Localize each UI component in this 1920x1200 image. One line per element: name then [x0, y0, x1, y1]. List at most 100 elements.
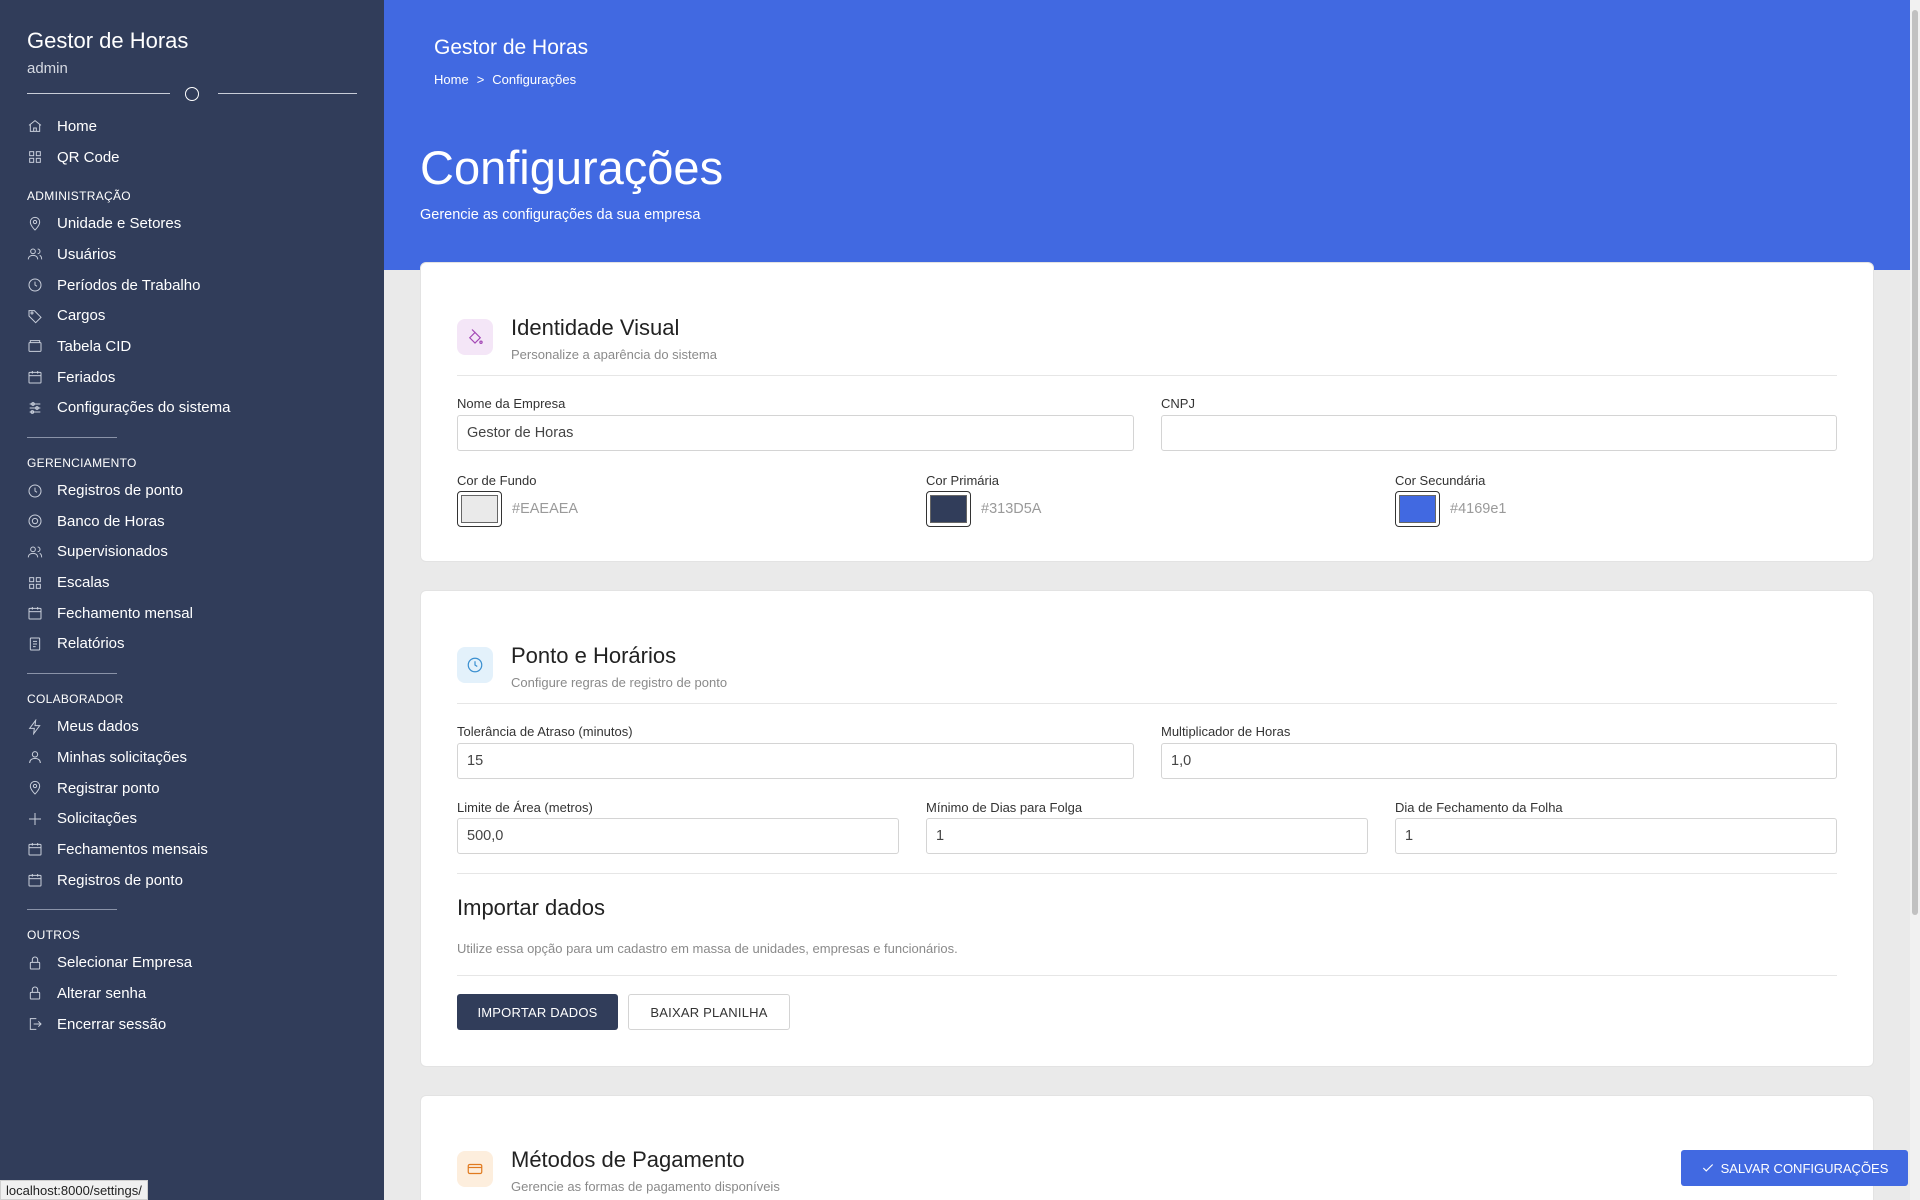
- save-settings-label: SALVAR CONFIGURAÇÕES: [1720, 1160, 1889, 1176]
- sidebar-item-label: Cargos: [57, 307, 106, 325]
- company-name-input[interactable]: [457, 415, 1134, 451]
- bg-color-swatch[interactable]: [457, 491, 502, 527]
- circle-icon: [185, 87, 199, 101]
- page-header: Gestor de Horas Home > Configurações Con…: [384, 0, 1910, 270]
- primary-color-hex: #313D5A: [981, 501, 1042, 517]
- sidebar-item-home[interactable]: Home: [27, 111, 357, 142]
- sidebar-item-unidade-e-setores[interactable]: Unidade e Setores: [27, 208, 357, 239]
- user-icon: [27, 749, 43, 765]
- sidebar-item-tabela-cid[interactable]: Tabela CID: [27, 331, 357, 362]
- sidebar-item-relatorios[interactable]: Relatórios: [27, 629, 357, 660]
- closing-day-field[interactable]: [1405, 828, 1827, 844]
- sidebar-item-alterar-senha[interactable]: Alterar senha: [27, 978, 357, 1009]
- tolerance-input[interactable]: [457, 743, 1134, 779]
- sidebar-item-cargos[interactable]: Cargos: [27, 300, 357, 331]
- breadcrumb: Home > Configurações: [434, 72, 576, 87]
- sidebar-item-label: Configurações do sistema: [57, 399, 231, 417]
- sidebar-item-registros-de-ponto[interactable]: Registros de ponto: [27, 475, 357, 506]
- download-spreadsheet-button[interactable]: BAIXAR PLANILHA: [628, 994, 790, 1030]
- save-settings-button[interactable]: SALVAR CONFIGURAÇÕES: [1681, 1150, 1908, 1186]
- status-url: localhost:8000/settings/: [0, 1180, 148, 1200]
- area-limit-label: Limite de Área (metros): [457, 800, 593, 815]
- area-limit-field[interactable]: [467, 828, 889, 844]
- section-title: ADMINISTRAÇÃO: [27, 189, 131, 204]
- sidebar-item-periodos-de-trabalho[interactable]: Períodos de Trabalho: [27, 270, 357, 301]
- sidebar: Gestor de Horas admin Home QR Code ADMINIS…: [0, 0, 384, 1200]
- sidebar-item-label: Usuários: [57, 245, 117, 263]
- payment-card-header: Métodos de Pagamento Gerencie as formas …: [457, 1147, 780, 1194]
- secondary-color-swatch[interactable]: [1395, 491, 1440, 527]
- primary-color-swatch[interactable]: [926, 491, 971, 527]
- sidebar-item-label: Alterar senha: [57, 984, 147, 1002]
- closing-day-input[interactable]: [1395, 818, 1837, 854]
- clock-icon: [457, 647, 493, 683]
- tolerance-label: Tolerância de Atraso (minutos): [457, 724, 633, 739]
- document-icon: [27, 636, 43, 652]
- sidebar-item-label: Meus dados: [57, 718, 139, 736]
- scrollbar[interactable]: [1910, 0, 1920, 1200]
- map-pin-icon: [27, 216, 43, 232]
- multiplier-field[interactable]: [1171, 753, 1827, 769]
- sidebar-item-minhas-solicitacoes[interactable]: Minhas solicitações: [27, 742, 357, 773]
- sidebar-item-fechamento-mensal[interactable]: Fechamento mensal: [27, 598, 357, 629]
- sidebar-item-registrar-ponto[interactable]: Registrar ponto: [27, 773, 357, 804]
- breadcrumb-home[interactable]: Home: [434, 72, 469, 87]
- sidebar-item-qr-code[interactable]: QR Code: [27, 142, 357, 173]
- multiplier-label: Multiplicador de Horas: [1161, 724, 1291, 739]
- sidebar-item-label: Relatórios: [57, 635, 125, 653]
- sidebar-item-escalas[interactable]: Escalas: [27, 567, 357, 598]
- min-days-input[interactable]: [926, 818, 1368, 854]
- sidebar-item-fechamentos-mensais[interactable]: Fechamentos mensais: [27, 834, 357, 865]
- sidebar-item-solicitacoes[interactable]: Solicitações: [27, 803, 357, 834]
- sidebar-nav: Home QR Code ADMINISTRAÇÃO Unidade e Setore…: [27, 111, 357, 1040]
- scrollbar-thumb[interactable]: [1912, 10, 1918, 915]
- sidebar-item-label: Fechamentos mensais: [57, 840, 208, 858]
- tolerance-field[interactable]: [467, 753, 1124, 769]
- sidebar-item-label: Períodos de Trabalho: [57, 276, 201, 294]
- brand-user: admin: [27, 60, 68, 77]
- sidebar-item-configuracoes-do-sistema[interactable]: Configurações do sistema: [27, 393, 357, 424]
- page-subtitle: Gerencie as configurações da sua empresa: [420, 207, 701, 223]
- section-title: OUTROS: [27, 928, 81, 943]
- cnpj-input[interactable]: [1161, 415, 1837, 451]
- sidebar-item-feriados[interactable]: Feriados: [27, 362, 357, 393]
- sidebar-item-usuarios[interactable]: Usuários: [27, 239, 357, 270]
- company-name-field[interactable]: [467, 425, 1124, 441]
- min-days-field[interactable]: [936, 828, 1358, 844]
- breadcrumb-separator: >: [476, 72, 485, 87]
- users-icon: [27, 544, 43, 560]
- calendar-icon: [27, 872, 43, 888]
- divider: [457, 975, 1837, 976]
- cnpj-field[interactable]: [1171, 425, 1827, 441]
- import-data-button[interactable]: IMPORTAR DADOS: [457, 994, 618, 1030]
- sidebar-item-label: Tabela CID: [57, 337, 132, 355]
- sidebar-item-label: Feriados: [57, 368, 116, 386]
- page-title: Configurações: [420, 141, 724, 194]
- paint-bucket-icon: [457, 319, 493, 355]
- identity-desc: Personalize a aparência do sistema: [511, 347, 717, 362]
- divider: [457, 873, 1837, 874]
- sidebar-item-encerrar-sessao[interactable]: Encerrar sessão: [27, 1009, 357, 1040]
- clock-icon: [27, 483, 43, 499]
- multiplier-input[interactable]: [1161, 743, 1837, 779]
- bg-color-hex: #EAEAEA: [512, 501, 579, 517]
- sidebar-item-label: Encerrar sessão: [57, 1015, 167, 1033]
- ponto-card-header: Ponto e Horários Configure regras de reg…: [457, 643, 727, 690]
- home-icon: [27, 118, 43, 134]
- bg-color-picker[interactable]: #EAEAEA: [457, 491, 578, 527]
- map-pin-icon: [27, 780, 43, 796]
- import-desc: Utilize essa opção para um cadastro em m…: [457, 941, 958, 956]
- primary-color-picker[interactable]: #313D5A: [926, 491, 1041, 527]
- sidebar-item-label: Registrar ponto: [57, 779, 160, 797]
- ponto-desc: Configure regras de registro de ponto: [511, 675, 728, 690]
- payment-card: Métodos de Pagamento Gerencie as formas …: [420, 1095, 1874, 1200]
- sidebar-item-banco-de-horas[interactable]: Banco de Horas: [27, 506, 357, 537]
- sidebar-item-registros-de-ponto[interactable]: Registros de ponto: [27, 865, 357, 896]
- target-icon: [27, 513, 43, 529]
- sidebar-item-selecionar-empresa[interactable]: Selecionar Empresa: [27, 947, 357, 978]
- secondary-color-picker[interactable]: #4169e1: [1395, 491, 1506, 527]
- sidebar-item-meus-dados[interactable]: Meus dados: [27, 711, 357, 742]
- section-divider: [27, 437, 117, 439]
- sidebar-item-supervisionados[interactable]: Supervisionados: [27, 537, 357, 568]
- area-limit-input[interactable]: [457, 818, 899, 854]
